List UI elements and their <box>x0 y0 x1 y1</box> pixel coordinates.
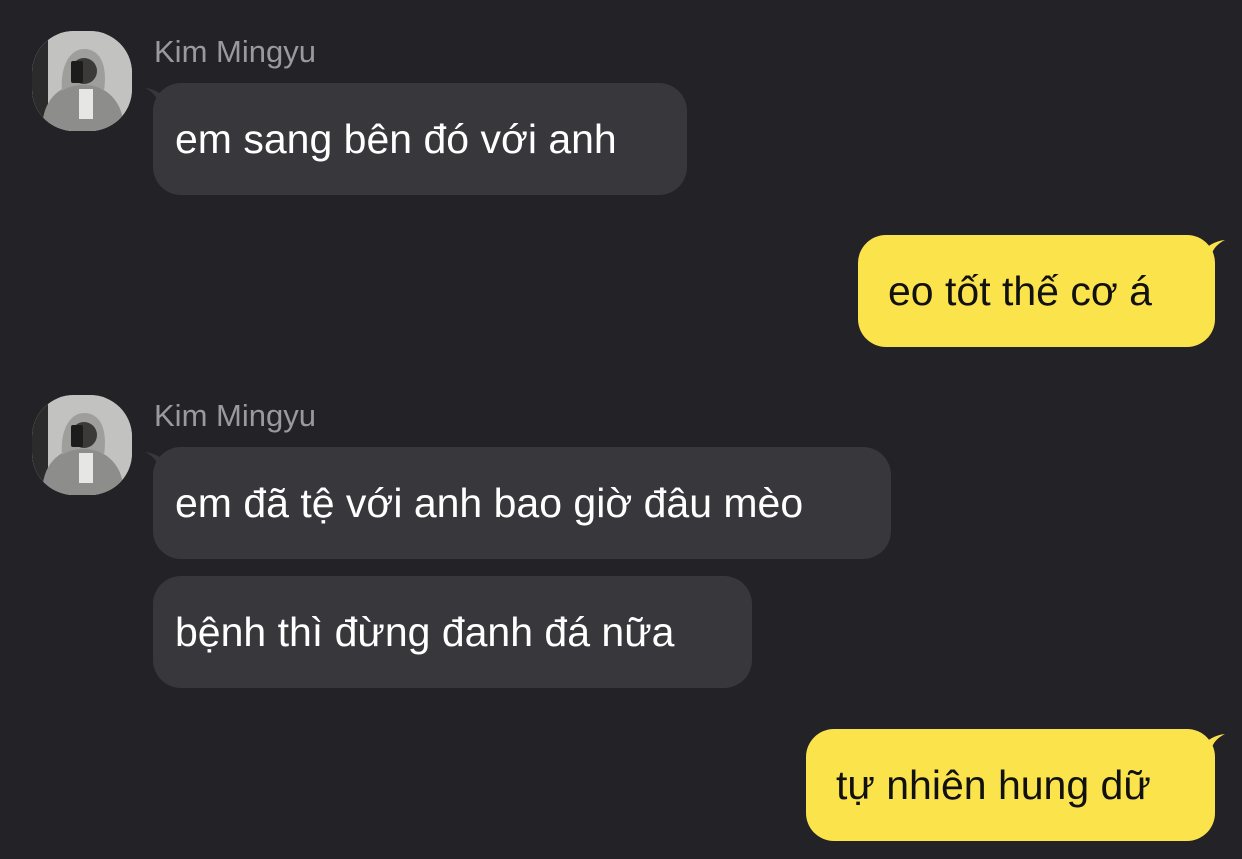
profile-photo-icon <box>32 31 132 131</box>
sender-avatar[interactable] <box>32 31 132 131</box>
message-bubble-incoming[interactable]: em sang bên đó với anh <box>153 83 687 195</box>
message-bubble-incoming[interactable]: bệnh thì đừng đanh đá nữa <box>153 576 752 688</box>
sender-name: Kim Mingyu <box>154 398 316 433</box>
message-bubble-outgoing[interactable]: eo tốt thế cơ á <box>858 235 1215 347</box>
sender-avatar[interactable] <box>32 395 132 495</box>
message-bubble-incoming[interactable]: em đã tệ với anh bao giờ đâu mèo <box>153 447 891 559</box>
message-bubble-outgoing[interactable]: tự nhiên hung dữ <box>806 729 1215 841</box>
bubble-tail <box>1199 734 1225 754</box>
sender-name: Kim Mingyu <box>154 34 316 69</box>
bubble-tail <box>1199 240 1225 260</box>
profile-photo-icon <box>32 395 132 495</box>
